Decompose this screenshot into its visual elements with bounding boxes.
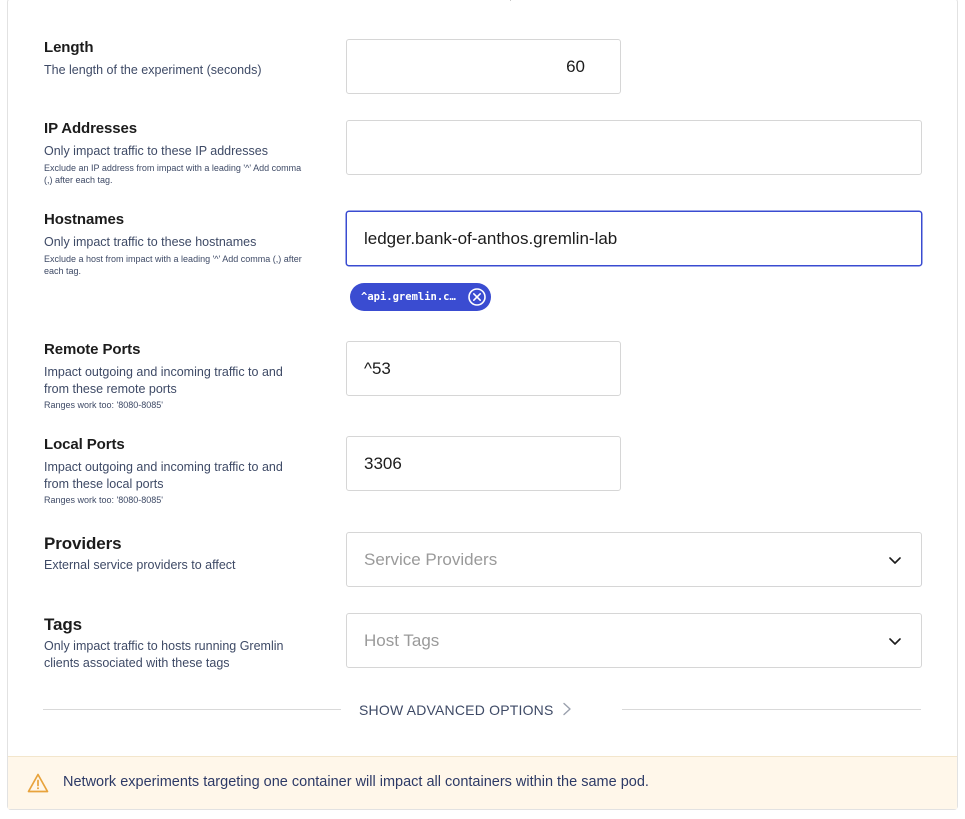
hostnames-hint: Exclude a host from impact with a leadin… — [44, 253, 302, 276]
providers-placeholder: Service Providers — [364, 549, 498, 569]
close-icon[interactable] — [467, 287, 487, 307]
hostname-tag-chip[interactable]: ^api.gremlin.c… — [350, 283, 491, 311]
divider-left — [43, 709, 341, 710]
chevron-down-icon — [887, 633, 903, 649]
hostnames-label: Hostnames — [44, 211, 124, 228]
local-ports-input[interactable]: 3306 — [346, 436, 621, 491]
local-ports-description: Impact outgoing and incoming traffic to … — [44, 460, 283, 491]
tags-select[interactable]: Host Tags — [346, 613, 922, 668]
chevron-right-icon — [562, 702, 572, 719]
ip-addresses-label: IP Addresses — [44, 120, 138, 137]
tags-description: Only impact traffic to hosts running Gre… — [44, 639, 284, 670]
hostnames-description: Only impact traffic to these hostnames — [44, 235, 257, 249]
providers-label: Providers — [44, 534, 122, 553]
panel-tick — [510, 0, 511, 1]
show-advanced-options-label: SHOW ADVANCED OPTIONS — [359, 702, 554, 718]
local-ports-hint: Ranges work too: '8080-8085' — [44, 495, 164, 505]
length-input[interactable]: 60 — [346, 39, 621, 94]
advanced-options-divider: SHOW ADVANCED OPTIONS — [43, 694, 921, 724]
remote-ports-input[interactable]: ^53 — [346, 341, 621, 396]
remote-ports-description: Impact outgoing and incoming traffic to … — [44, 365, 283, 396]
hostname-tag-text: ^api.gremlin.c… — [361, 291, 456, 303]
ip-addresses-description: Only impact traffic to these IP addresse… — [44, 144, 268, 158]
warning-alert: Network experiments targeting one contai… — [8, 756, 957, 809]
show-advanced-options-button[interactable]: SHOW ADVANCED OPTIONS — [359, 699, 572, 721]
length-description: The length of the experiment (seconds) — [44, 63, 262, 77]
hostnames-input[interactable]: ledger.bank-of-anthos.gremlin-lab — [346, 211, 922, 266]
providers-select[interactable]: Service Providers — [346, 532, 922, 587]
remote-ports-label: Remote Ports — [44, 341, 141, 358]
providers-description: External service providers to affect — [44, 558, 236, 572]
length-label: Length — [44, 39, 94, 56]
warning-icon — [27, 773, 49, 793]
tags-placeholder: Host Tags — [364, 630, 440, 650]
form-panel: Length The length of the experiment (sec… — [7, 0, 958, 810]
tags-label: Tags — [44, 615, 83, 634]
local-ports-label: Local Ports — [44, 436, 125, 453]
chevron-down-icon — [887, 552, 903, 568]
warning-alert-text: Network experiments targeting one contai… — [63, 774, 649, 790]
ip-addresses-hint: Exclude an IP address from impact with a… — [44, 162, 302, 185]
remote-ports-hint: Ranges work too: '8080-8085' — [44, 400, 164, 410]
divider-right — [622, 709, 921, 710]
ip-addresses-input[interactable] — [346, 120, 922, 175]
